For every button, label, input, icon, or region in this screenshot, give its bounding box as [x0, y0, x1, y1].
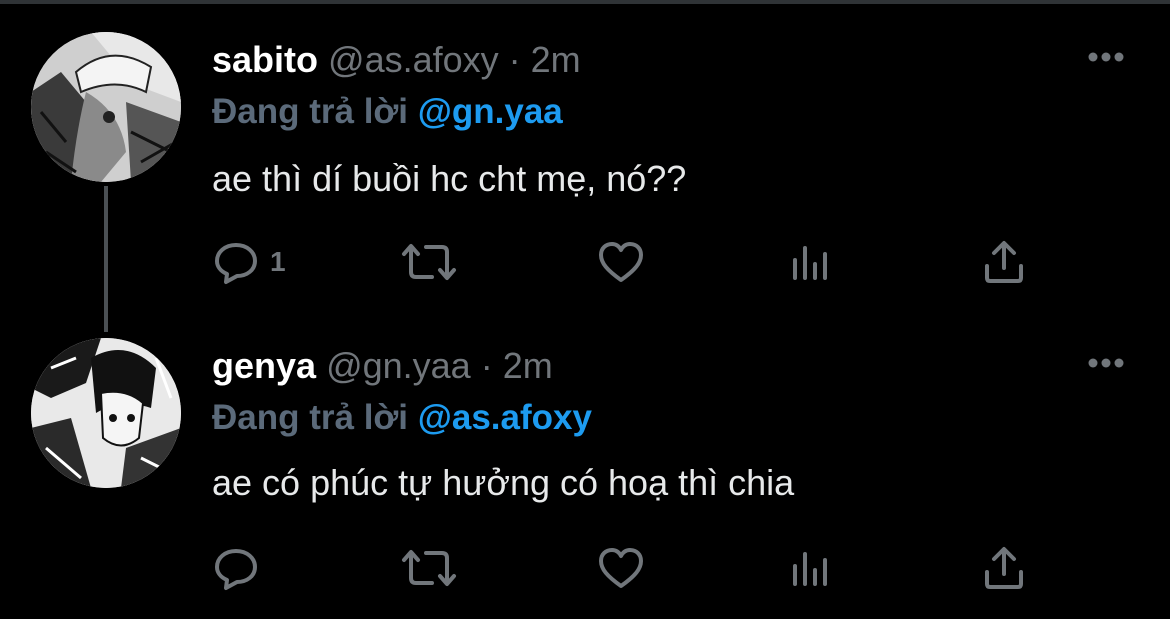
action-bar: [212, 544, 1092, 592]
like-button[interactable]: [597, 544, 645, 592]
more-icon: [1088, 52, 1124, 62]
share-icon: [985, 241, 1023, 283]
timestamp[interactable]: 2m: [503, 345, 553, 386]
views-button[interactable]: [790, 238, 834, 286]
tweet-genya[interactable]: genya @gn.yaa · 2m Đang trả lời @as.afox…: [0, 310, 1170, 619]
action-bar: 1: [212, 238, 1092, 286]
retweet-button[interactable]: [400, 238, 458, 286]
mention-link[interactable]: @as.afoxy: [418, 398, 592, 437]
reply-button[interactable]: 1: [212, 238, 286, 286]
separator: ·: [498, 39, 531, 80]
replying-to: Đang trả lời @as.afoxy: [212, 396, 592, 440]
more-button[interactable]: [1086, 353, 1126, 373]
replying-to-label: Đang trả lời: [212, 398, 418, 437]
retweet-icon: [402, 550, 456, 586]
like-button[interactable]: [597, 238, 645, 286]
display-name[interactable]: sabito: [212, 39, 318, 80]
share-icon: [985, 547, 1023, 589]
share-button[interactable]: [982, 238, 1026, 286]
views-icon: [793, 246, 827, 280]
separator: ·: [470, 345, 503, 386]
mention-link[interactable]: @gn.yaa: [418, 92, 563, 131]
tweet-text: ae thì dí buồi hc cht mẹ, nó??: [212, 158, 687, 199]
reply-count: 1: [270, 246, 286, 277]
handle[interactable]: @as.afoxy: [328, 39, 499, 80]
tweet-sabito[interactable]: sabito @as.afoxy · 2m Đang trả lời @gn.y…: [0, 0, 1170, 310]
heart-icon: [599, 242, 643, 282]
share-button[interactable]: [982, 544, 1026, 592]
reply-icon: [215, 549, 257, 590]
avatar[interactable]: [31, 338, 181, 488]
tweet-header: sabito @as.afoxy · 2m: [212, 38, 581, 82]
heart-icon: [599, 548, 643, 588]
tweet-text: ae có phúc tự hưởng có hoạ thì chia: [212, 462, 795, 503]
replying-to: Đang trả lời @gn.yaa: [212, 90, 563, 134]
replying-to-label: Đang trả lời: [212, 92, 418, 131]
retweet-button[interactable]: [400, 544, 458, 592]
retweet-icon: [402, 244, 456, 280]
views-icon: [793, 552, 827, 586]
avatar[interactable]: [31, 32, 181, 182]
more-button[interactable]: [1086, 47, 1126, 67]
handle[interactable]: @gn.yaa: [326, 345, 471, 386]
reply-button[interactable]: [212, 544, 270, 592]
views-button[interactable]: [790, 544, 834, 592]
reply-icon: [215, 243, 257, 284]
more-icon: [1088, 358, 1124, 368]
timestamp[interactable]: 2m: [531, 39, 581, 80]
tweet-header: genya @gn.yaa · 2m: [212, 344, 553, 388]
display-name[interactable]: genya: [212, 345, 316, 386]
